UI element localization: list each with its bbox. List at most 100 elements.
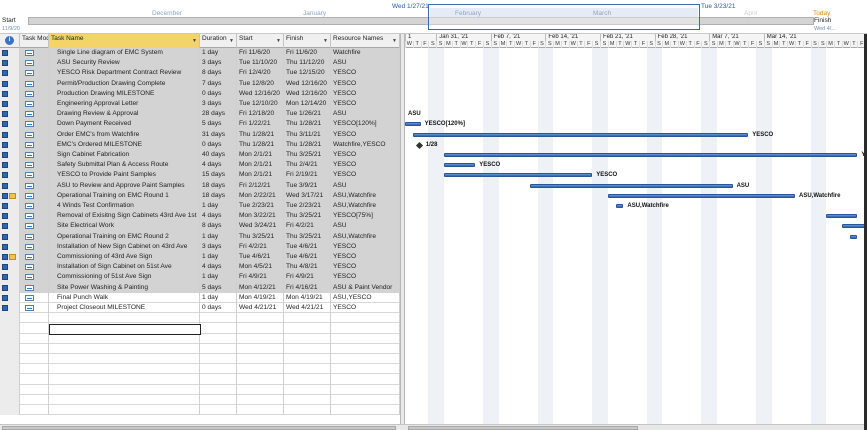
row-indicator-cell[interactable] [0,384,20,395]
finish-cell[interactable] [284,374,331,385]
chevron-down-icon[interactable]: ▼ [192,38,197,45]
table-row[interactable]: Operational Training on EMC Round 1 18 da… [0,190,400,201]
task-name-cell[interactable] [49,313,200,324]
row-indicator-cell[interactable] [0,354,20,365]
row-indicator-cell[interactable] [0,211,20,222]
chevron-down-icon[interactable]: ▼ [229,38,234,45]
table-row[interactable]: Operational Training on EMC Round 21 day… [0,231,400,242]
task-mode-cell[interactable] [20,374,49,385]
start-cell[interactable]: Fri 4/2/21 [237,241,284,252]
start-cell[interactable]: Wed 12/16/20 [237,88,284,99]
finish-cell[interactable] [284,323,331,334]
duration-cell[interactable] [200,374,237,385]
resource-cell[interactable] [331,323,400,334]
resource-cell[interactable] [331,405,400,416]
duration-cell[interactable]: 15 days [200,170,237,181]
finish-cell[interactable] [284,364,331,375]
duration-cell[interactable]: 1 day [200,252,237,263]
task-name-cell[interactable]: YESCO to Provide Paint Samples [49,170,200,181]
task-mode-cell[interactable] [20,170,49,181]
resource-cell[interactable]: Watchfire [331,48,400,59]
task-bar[interactable] [849,234,858,239]
task-name-cell[interactable]: Order EMC's from Watchfire [49,129,200,140]
resource-cell[interactable] [331,394,400,405]
row-indicator-cell[interactable] [0,78,20,89]
row-indicator-cell[interactable] [0,272,20,283]
finish-cell[interactable] [284,405,331,416]
task-mode-cell[interactable] [20,323,49,334]
table-row[interactable]: Engineering Approval Letter 3 days Tue 12/… [0,99,400,110]
start-cell[interactable]: Thu 3/25/21 [237,231,284,242]
task-name-cell[interactable]: Safety Submittal Plan & Access Route [49,160,200,171]
resource-cell[interactable]: ASU & Paint Vendor [331,282,400,293]
resource-cell[interactable]: ASU,Watchfire [331,231,400,242]
task-name-cell[interactable]: Final Punch Walk [49,292,200,303]
resource-cell[interactable] [331,374,400,385]
resource-cell[interactable]: ASU,Watchfire [331,201,400,212]
duration-cell[interactable]: 5 days [200,119,237,130]
task-mode-cell[interactable] [20,129,49,140]
task-name-cell[interactable] [49,343,200,354]
task-name-cell[interactable]: Commissioning of 43rd Ave Sign [49,252,200,263]
start-cell[interactable]: Thu 1/28/21 [237,129,284,140]
table-row[interactable]: Commissioning of 51st Ave Sign 1 day Fri 4… [0,272,400,283]
task-bar[interactable] [444,153,858,157]
task-name-cell[interactable]: ASU to Review and Approve Paint Samples [49,180,200,191]
header-start[interactable]: Start ▼ [237,34,284,48]
row-indicator-cell[interactable] [0,99,20,110]
duration-cell[interactable] [200,384,237,395]
header-duration[interactable]: Duration ▼ [200,34,237,48]
task-sheet[interactable]: i Task Mode Task Name ▼ Duration ▼ Start… [0,34,400,424]
table-row[interactable]: Installation of New Sign Cabinet on 43rd… [0,241,400,252]
task-name-cell[interactable]: Sign Cabinet Fabrication [49,150,200,161]
task-name-cell[interactable]: Single Line diagram of EMC System [49,48,200,59]
finish-cell[interactable]: Thu 3/25/21 [284,211,331,222]
task-mode-cell[interactable] [20,282,49,293]
duration-cell[interactable]: 0 days [200,88,237,99]
resource-cell[interactable] [331,384,400,395]
task-mode-cell[interactable] [20,211,49,222]
finish-cell[interactable]: Tue 12/15/20 [284,68,331,79]
resource-cell[interactable]: YESCO [331,272,400,283]
finish-cell[interactable]: Fri 2/19/21 [284,170,331,181]
resource-cell[interactable]: YESCO [331,68,400,79]
row-indicator-cell[interactable] [0,374,20,385]
finish-cell[interactable]: Fri 4/16/21 [284,282,331,293]
resource-cell[interactable]: ASU,Watchfire [331,190,400,201]
start-cell[interactable]: Mon 2/1/21 [237,160,284,171]
duration-cell[interactable]: 40 days [200,150,237,161]
table-row[interactable]: Installation of Sign Cabinet on 51st Ave… [0,262,400,273]
table-row[interactable]: 4 Winds Test Confirmation 1 day Tue 2/23/2… [0,201,400,212]
task-name-cell[interactable] [49,405,200,416]
start-cell[interactable] [237,364,284,375]
gantt-chart[interactable]: 1 Jan 31, '21 Feb 7, '21 Feb 14, '21 Feb 21,… [405,34,867,424]
row-indicator-cell[interactable] [0,394,20,405]
grid-scroll-thumb[interactable] [2,426,396,430]
finish-cell[interactable]: Mon 12/14/20 [284,99,331,110]
start-cell[interactable] [237,354,284,365]
finish-cell[interactable]: Fri 4/2/21 [284,221,331,232]
row-indicator-cell[interactable] [0,343,20,354]
start-cell[interactable]: Mon 2/1/21 [237,170,284,181]
row-indicator-cell[interactable] [0,88,20,99]
table-row[interactable]: Down Payment Received 5 days Fri 1/22/21 Th… [0,119,400,130]
milestone-marker[interactable] [415,141,423,149]
finish-cell[interactable]: Wed 12/16/20 [284,88,331,99]
duration-cell[interactable]: 3 days [200,99,237,110]
task-mode-cell[interactable] [20,88,49,99]
table-row[interactable]: Permit/Production Drawing Complete 7 days… [0,78,400,89]
finish-cell[interactable] [284,313,331,324]
task-mode-cell[interactable] [20,333,49,344]
finish-cell[interactable]: Thu 2/4/21 [284,160,331,171]
timeline-view[interactable]: Start 11/9/20 December January February … [0,0,867,34]
table-row[interactable]: Removal of Exisitng Sign Cabinets 43rd A… [0,211,400,222]
start-cell[interactable] [237,384,284,395]
gantt-scroll-thumb[interactable] [408,426,638,430]
start-cell[interactable]: Mon 4/12/21 [237,282,284,293]
duration-cell[interactable]: 5 days [200,282,237,293]
table-row[interactable]: ASU Security Review 3 days Tue 11/10/20 Thu… [0,58,400,69]
row-indicator-cell[interactable] [0,170,20,181]
task-name-cell[interactable]: YESCO Risk Department Contract Review [49,68,200,79]
start-cell[interactable]: Fri 4/9/21 [237,272,284,283]
task-bar[interactable] [444,173,593,178]
